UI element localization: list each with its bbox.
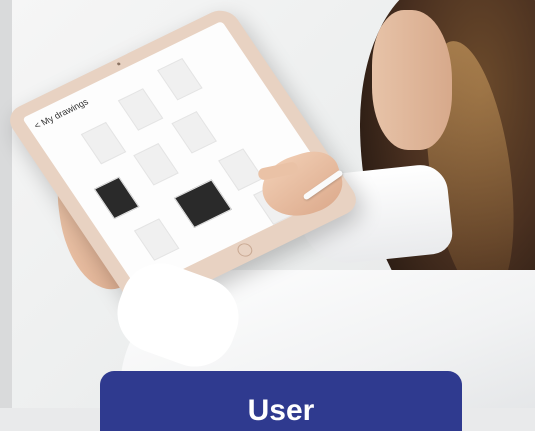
drawing-thumbnail: [171, 111, 217, 154]
screen-title: < My drawings: [32, 96, 91, 131]
drawing-thumbnail: [93, 176, 140, 220]
photo-edge: [0, 0, 12, 408]
photo: < My drawings: [0, 0, 535, 408]
drawing-thumbnail: [173, 179, 232, 228]
user-banner-label: User: [247, 394, 315, 427]
camera-dot: [116, 62, 121, 67]
person-face: [372, 10, 452, 150]
drawing-thumbnail: [218, 148, 264, 191]
drawing-thumbnail: [157, 57, 203, 101]
drawing-thumbnail: [133, 218, 180, 261]
drawing-thumbnail: [133, 143, 179, 186]
drawing-thumbnail: [117, 88, 164, 131]
user-banner: User: [100, 371, 462, 431]
drawing-thumbnail: [80, 121, 127, 165]
home-button: [234, 241, 256, 259]
